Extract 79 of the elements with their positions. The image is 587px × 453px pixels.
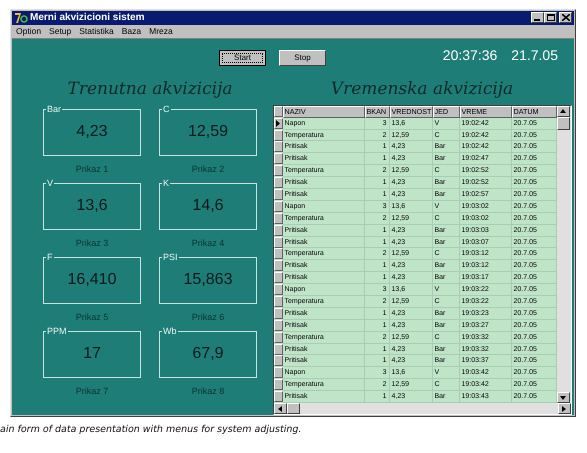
unit-label: Bar xyxy=(46,102,62,115)
row-indicator[interactable] xyxy=(274,260,282,272)
row-indicator[interactable] xyxy=(274,344,282,355)
row-indicator[interactable] xyxy=(274,379,282,390)
row-indicator[interactable] xyxy=(274,118,282,129)
row-indicator[interactable] xyxy=(274,200,282,212)
row-indicator[interactable] xyxy=(274,272,282,284)
maximize-button[interactable] xyxy=(544,12,557,24)
display-caption: Prikaz 4 xyxy=(192,236,224,249)
row-indicator[interactable] xyxy=(274,284,282,296)
row-indicator[interactable] xyxy=(274,236,282,248)
clock-date: 21.7.05 xyxy=(511,46,558,63)
left-arrow-icon xyxy=(278,406,282,412)
up-arrow-icon xyxy=(560,109,566,114)
row-indicator[interactable] xyxy=(274,391,282,402)
display-caption: Prikaz 1 xyxy=(76,162,108,175)
horizontal-scrollbar[interactable] xyxy=(274,403,570,414)
current-row-icon xyxy=(276,120,280,127)
display-caption: Prikaz 8 xyxy=(192,384,224,397)
unit-label: V xyxy=(46,176,54,189)
minimize-button[interactable] xyxy=(531,12,544,24)
display-value: 15,863 xyxy=(184,271,232,290)
close-icon xyxy=(562,14,570,22)
display-value: 4,23 xyxy=(76,123,108,142)
display-value: 17 xyxy=(83,345,101,364)
row-indicator[interactable] xyxy=(274,355,282,366)
display-value: 13,6 xyxy=(76,197,108,216)
push-button[interactable]: Stop xyxy=(279,50,326,66)
display-value: 67,9 xyxy=(192,345,224,364)
window-title: Merni akvizicioni sistem xyxy=(30,12,146,24)
menu-item[interactable]: Baza xyxy=(122,26,142,36)
unit-label: Wb xyxy=(162,324,178,337)
menu-item[interactable]: Mreza xyxy=(149,26,173,36)
row-indicator[interactable] xyxy=(274,308,282,319)
menu-item[interactable]: Option xyxy=(16,26,42,36)
clock-time: 20:37:36 xyxy=(442,46,498,63)
row-indicator[interactable] xyxy=(274,165,282,176)
row-indicator[interactable] xyxy=(274,224,282,236)
maximize-icon xyxy=(546,14,554,22)
scroll-up-button[interactable] xyxy=(556,106,570,117)
unit-label: C xyxy=(162,102,170,115)
row-indicator[interactable] xyxy=(274,130,282,141)
display-caption: Prikaz 3 xyxy=(76,236,108,249)
figure-caption: ain form of data presentation with menus for system adjusting. xyxy=(0,424,302,435)
scroll-left-button[interactable] xyxy=(274,403,286,414)
row-indicator[interactable] xyxy=(274,296,282,307)
row-indicator[interactable] xyxy=(274,212,282,224)
display-caption: Prikaz 6 xyxy=(192,310,224,323)
scroll-right-button[interactable] xyxy=(558,403,570,414)
row-indicator[interactable] xyxy=(274,188,282,200)
row-indicator[interactable] xyxy=(274,248,282,260)
section-heading: Trenutna akvizicija xyxy=(68,78,232,101)
close-button[interactable] xyxy=(559,12,572,24)
down-arrow-icon xyxy=(560,396,566,400)
unit-label: PPM xyxy=(46,324,68,337)
display-caption: Prikaz 5 xyxy=(76,310,108,323)
unit-label: K xyxy=(162,176,170,189)
display-caption: Prikaz 7 xyxy=(76,384,108,397)
row-indicator[interactable] xyxy=(274,320,282,331)
section-heading: Vremenska akvizicija xyxy=(330,78,514,101)
right-arrow-icon xyxy=(562,406,566,412)
display-value: 16,410 xyxy=(68,271,116,290)
row-indicator[interactable] xyxy=(274,367,282,378)
row-indicator[interactable] xyxy=(274,177,282,188)
display-value: 14,6 xyxy=(192,197,224,216)
vertical-scrollbar[interactable] xyxy=(556,106,570,403)
scroll-down-button[interactable] xyxy=(556,392,570,403)
menu-item[interactable]: Statistika xyxy=(79,26,114,36)
scroll-thumb[interactable] xyxy=(286,403,300,414)
row-indicator[interactable] xyxy=(274,141,282,152)
row-indicator[interactable] xyxy=(274,332,282,343)
unit-label: F xyxy=(46,250,54,263)
menu-item[interactable]: Setup xyxy=(49,26,72,36)
push-button[interactable]: Start xyxy=(219,50,266,66)
app-logo-icon xyxy=(14,12,28,24)
row-indicator[interactable] xyxy=(274,153,282,164)
display-caption: Prikaz 2 xyxy=(192,162,224,175)
unit-label: PSI xyxy=(162,250,179,263)
display-value: 12,59 xyxy=(188,123,228,142)
